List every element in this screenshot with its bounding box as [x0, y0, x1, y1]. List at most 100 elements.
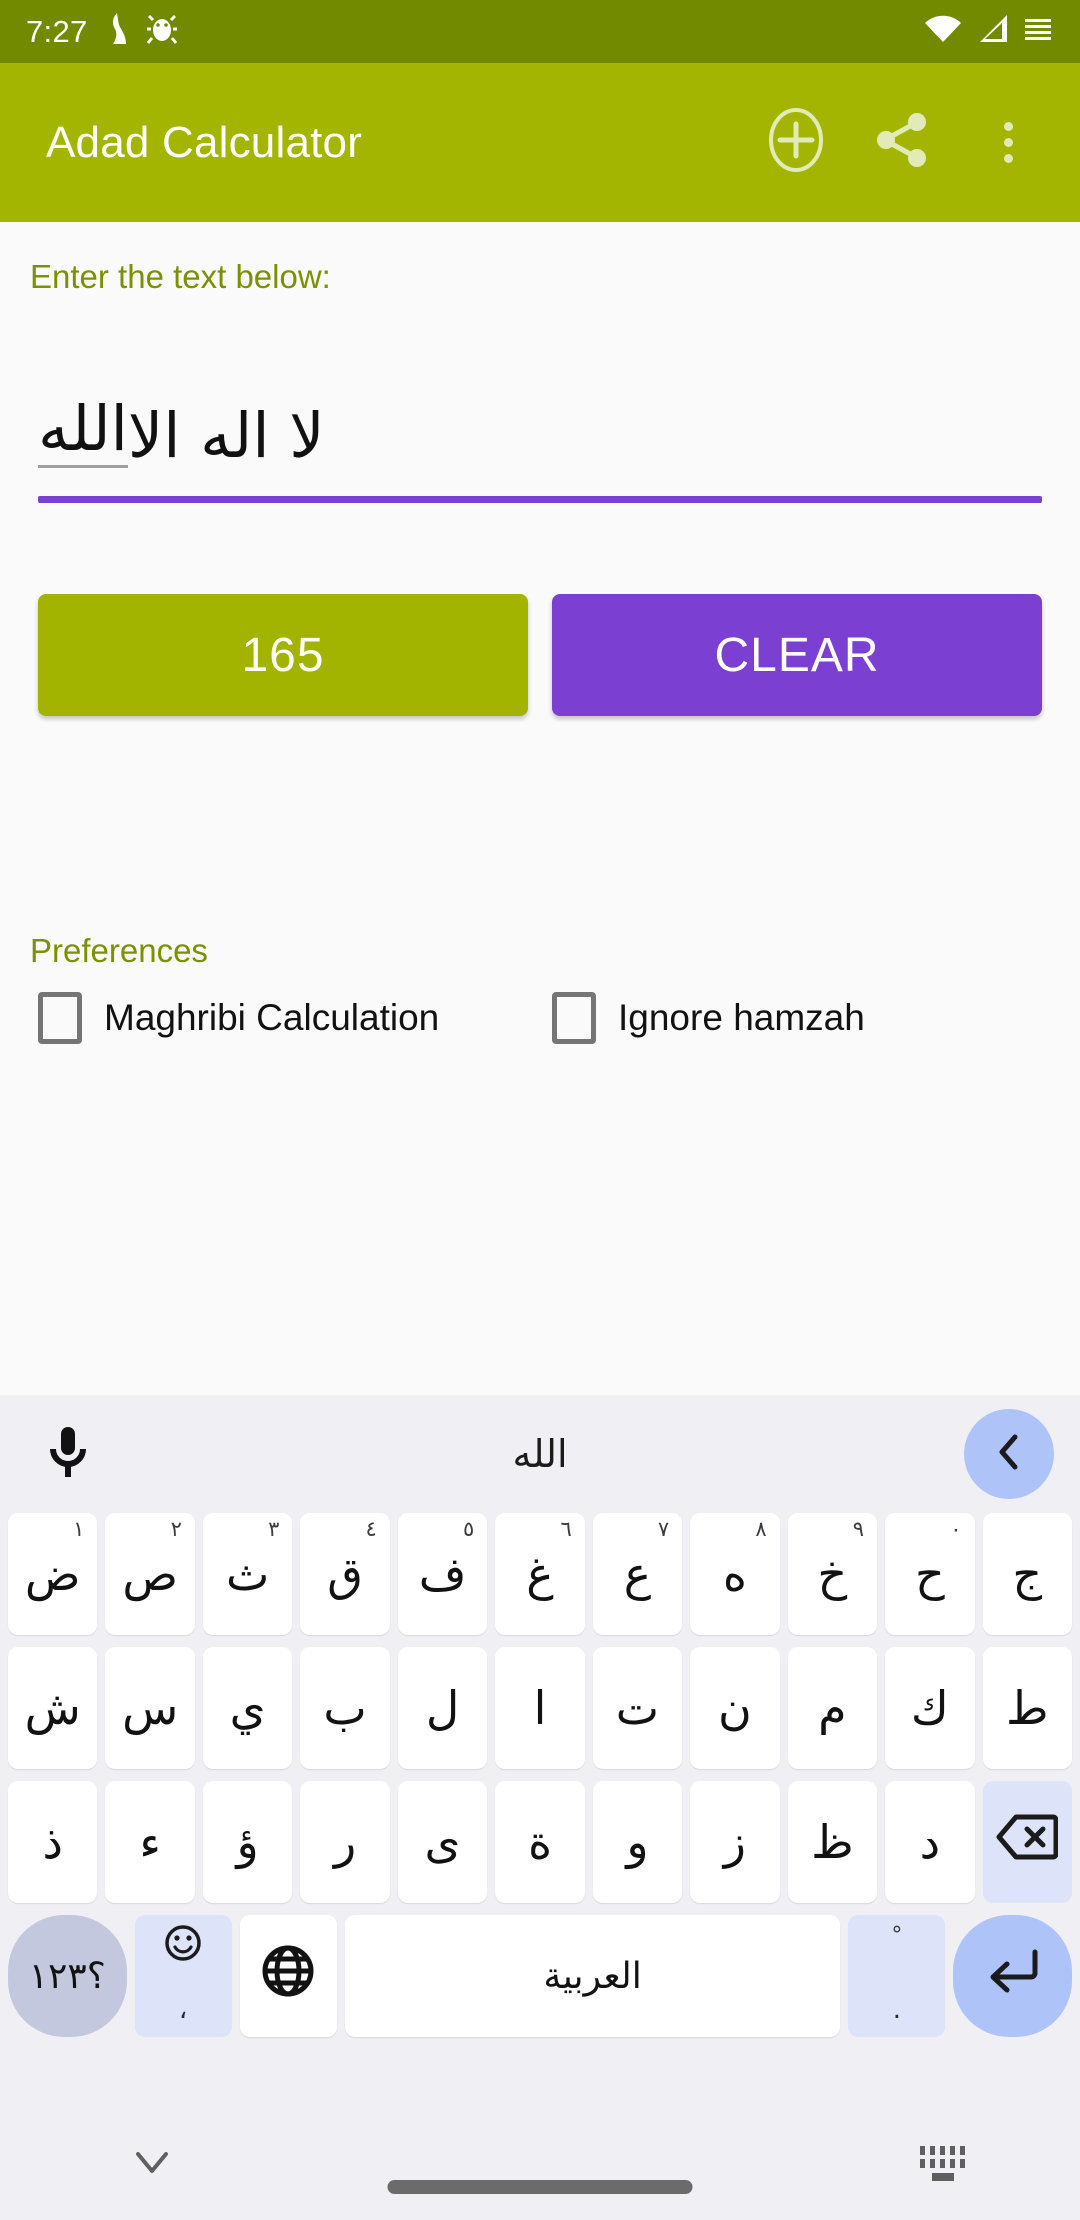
key-label: ظ [811, 1815, 854, 1869]
chevron-left-icon [993, 1432, 1025, 1477]
key-label: ن [718, 1681, 752, 1735]
key-label: ؟١٢٣ [28, 1955, 106, 1997]
key-ta[interactable]: ت [592, 1647, 683, 1769]
key-label: ض [24, 1547, 81, 1601]
key-superscript: ٩ [852, 1517, 865, 1541]
key-thal[interactable]: ذ [8, 1781, 98, 1903]
input-underline [38, 496, 1042, 503]
input-value-composing: الله [38, 396, 128, 468]
key-superscript: ١ [73, 1517, 85, 1541]
bug-icon [146, 12, 178, 51]
suggestion-item[interactable]: الله [0, 1395, 1080, 1513]
key-language-switch[interactable] [239, 1915, 337, 2037]
key-noon[interactable]: ن [690, 1647, 780, 1769]
battery-icon [1024, 16, 1054, 47]
key-jeem[interactable]: ج [982, 1513, 1072, 1635]
key-kaf[interactable]: ك [885, 1647, 975, 1769]
key-label: ز [723, 1815, 746, 1869]
key-label: ك [910, 1681, 949, 1735]
wifi-icon [924, 14, 962, 49]
key-superscript: ٨ [755, 1517, 767, 1541]
key-ba[interactable]: ب [300, 1647, 390, 1769]
key-label: ع [623, 1547, 652, 1601]
preferences-row: Maghribi Calculation Ignore hamzah [38, 992, 1042, 1044]
key-qaf[interactable]: ٤ق [300, 1513, 390, 1635]
key-ra[interactable]: ر [300, 1781, 390, 1903]
checkbox-ignore-hamzah[interactable] [552, 992, 596, 1044]
key-sad[interactable]: ٢ص [105, 1513, 195, 1635]
clear-button[interactable]: CLEAR [552, 594, 1042, 716]
key-seen[interactable]: س [105, 1647, 195, 1769]
key-symbols-toggle[interactable]: ؟١٢٣ [8, 1915, 127, 2037]
key-superscript: ٦ [560, 1517, 572, 1541]
home-gesture-pill[interactable] [387, 2180, 693, 2194]
keyboard-row-3: ذ ء ؤ ر ى ة و ز ظ د [0, 1781, 1080, 1903]
key-label: العربية [543, 1955, 642, 1997]
key-lam[interactable]: ل [397, 1647, 488, 1769]
app-bar-actions [748, 95, 1056, 191]
key-label: ي [229, 1681, 266, 1735]
status-bar-right [924, 14, 1054, 49]
key-label: ر [333, 1815, 357, 1869]
key-ain[interactable]: ٧ع [592, 1513, 683, 1635]
key-alef[interactable]: ا [495, 1647, 585, 1769]
key-ya[interactable]: ي [202, 1647, 293, 1769]
hide-keyboard-button[interactable] [122, 2140, 182, 2190]
key-superscript: ٣ [268, 1517, 280, 1541]
preference-maghribi-calculation[interactable]: Maghribi Calculation [38, 992, 552, 1044]
enter-return-icon [985, 1946, 1041, 2007]
key-hamza[interactable]: ء [105, 1781, 195, 1903]
result-button[interactable]: 165 [38, 594, 528, 716]
key-alef-maqsura[interactable]: ى [397, 1781, 488, 1903]
key-period[interactable]: ° . [848, 1915, 946, 2037]
key-zay[interactable]: ز [690, 1781, 780, 1903]
key-label: م [818, 1681, 847, 1735]
key-waw[interactable]: و [592, 1781, 683, 1903]
key-dal[interactable]: د [885, 1781, 975, 1903]
emoji-smiley-icon [163, 1923, 203, 1969]
key-meem[interactable]: م [787, 1647, 878, 1769]
key-label: و [626, 1815, 649, 1869]
preference-ignore-hamzah[interactable]: Ignore hamzah [552, 992, 865, 1044]
add-circle-icon [767, 107, 825, 178]
add-circle-button[interactable] [748, 95, 844, 191]
key-label: ف [418, 1547, 467, 1601]
key-kha[interactable]: ٩خ [787, 1513, 878, 1635]
keyboard-switcher-button[interactable] [914, 2138, 970, 2194]
key-label: ح [914, 1547, 945, 1601]
key-superscript: ٠ [950, 1517, 962, 1541]
key-label: ء [139, 1815, 161, 1869]
key-superscript: ٧ [657, 1517, 670, 1541]
key-ta-marbuta[interactable]: ة [495, 1781, 585, 1903]
key-backspace[interactable] [982, 1781, 1072, 1903]
key-enter[interactable] [953, 1915, 1073, 2037]
key-comma-label: ، [178, 1995, 188, 2025]
key-label: د [919, 1815, 941, 1869]
key-space[interactable]: العربية [344, 1915, 841, 2037]
key-ring-label: ° [891, 1923, 903, 1948]
key-emoji[interactable]: ، [134, 1915, 232, 2037]
key-ha[interactable]: ٨ه [690, 1513, 780, 1635]
checkbox-maghribi-calculation[interactable] [38, 992, 82, 1044]
key-superscript: ٤ [365, 1517, 377, 1541]
key-hah[interactable]: ٠ح [885, 1513, 975, 1635]
key-label: ا [533, 1681, 547, 1735]
key-tha[interactable]: ٣ث [202, 1513, 293, 1635]
adad-text-input[interactable]: لا اله الا الله [38, 342, 1042, 472]
key-waw-hamza[interactable]: ؤ [202, 1781, 293, 1903]
keyboard-switcher-icon [914, 2146, 970, 2192]
key-ghain[interactable]: ٦غ [495, 1513, 585, 1635]
key-zah[interactable]: ظ [787, 1781, 878, 1903]
key-sheen[interactable]: ش [8, 1647, 98, 1769]
status-clock: 7:27 [26, 13, 88, 49]
key-label: ث [225, 1547, 270, 1601]
key-fa[interactable]: ٥ف [397, 1513, 488, 1635]
key-label: ذ [42, 1815, 63, 1869]
key-dad[interactable]: ١ض [8, 1513, 98, 1635]
suggestion-expand-button[interactable] [964, 1409, 1054, 1499]
share-button[interactable] [854, 95, 950, 191]
overflow-menu-button[interactable] [960, 95, 1056, 191]
key-tah[interactable]: ط [982, 1647, 1072, 1769]
cellular-signal-icon [976, 14, 1010, 49]
action-button-row: 165 CLEAR [38, 594, 1042, 716]
